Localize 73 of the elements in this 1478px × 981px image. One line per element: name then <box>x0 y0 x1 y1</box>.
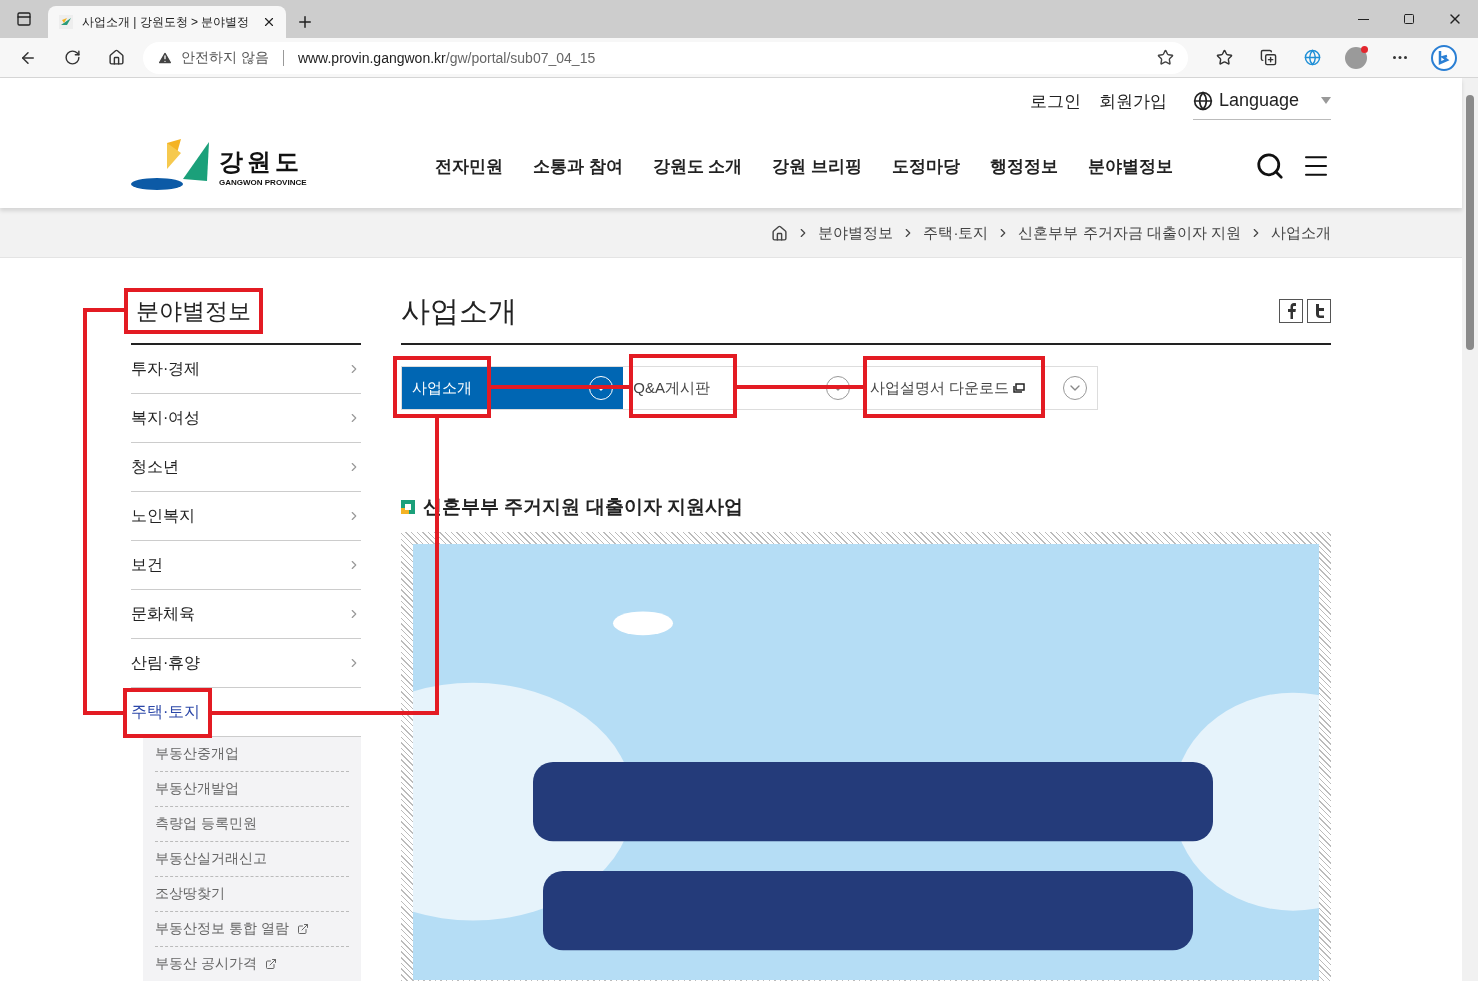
nav-link[interactable]: 소통과 참여 <box>532 154 623 178</box>
nav-link[interactable]: 전자민원 <box>434 154 503 178</box>
sidebar-item[interactable]: 문화체육 <box>131 590 361 639</box>
sidebar-item[interactable]: 보건 <box>131 541 361 590</box>
logo-mark-icon <box>131 139 211 193</box>
submenu-label: 부동산개발업 <box>155 780 239 798</box>
heading-bullet-icon <box>401 500 415 514</box>
submenu-item[interactable]: 측량업 등록민원 <box>155 807 349 842</box>
sidebar-title: 분야별정보 <box>124 288 263 334</box>
submenu-item[interactable]: 조상땅찾기 <box>155 877 349 912</box>
sidebar-item[interactable]: 노인복지 <box>131 492 361 541</box>
logo-subtitle: GANGWON PROVINCE <box>219 177 307 187</box>
site-logo[interactable]: 강원도 GANGWON PROVINCE <box>131 139 307 193</box>
globe-icon <box>1303 49 1321 66</box>
sidebar-item[interactable]: 투자·경제 <box>131 345 361 394</box>
submenu-item[interactable]: 부동산실거래신고 <box>155 842 349 877</box>
submenu-label: 부동산실거래신고 <box>155 850 267 868</box>
home-icon <box>107 49 125 66</box>
header-link[interactable]: 로그인 <box>1030 89 1081 113</box>
nav-link[interactable]: 행정정보 <box>990 154 1058 178</box>
breadcrumb-link[interactable]: 분야별정보 <box>818 223 894 243</box>
avatar-icon <box>1345 46 1367 69</box>
favicon-icon <box>58 14 74 30</box>
language-select[interactable]: Language <box>1193 82 1331 120</box>
submenu-label: 부동산정보 통합 열람 <box>155 920 289 938</box>
address-field[interactable]: 안전하지 않음 www.provin.gangwon.kr/gw/portal/sub07_04_15 <box>143 41 1188 74</box>
sidebar-item[interactable]: 산림·휴양 <box>131 639 361 688</box>
sidebar-item[interactable]: 복지·여성 <box>131 394 361 443</box>
close-icon[interactable] <box>262 15 276 29</box>
reload-icon <box>63 49 81 66</box>
twitter-icon <box>1313 303 1325 319</box>
security-label: 안전하지 않음 <box>181 48 269 67</box>
caret-icon <box>1321 97 1331 104</box>
facebook-button[interactable] <box>1279 299 1303 323</box>
nav-link[interactable]: 분야별정보 <box>1088 154 1173 178</box>
browser-tab-title: 사업소개 | 강원도청 > 분야별정 <box>82 13 251 31</box>
maximize-icon <box>1403 13 1415 25</box>
globe-icon <box>1193 90 1213 111</box>
page-title: 사업소개 <box>401 294 517 329</box>
submenu-label: 조상땅찾기 <box>155 885 225 903</box>
warning-icon <box>157 49 173 66</box>
submenu-item[interactable]: 부동산정보 통합 열람 <box>155 912 349 947</box>
logo-name: 강원도 <box>219 146 304 177</box>
sidebar-item[interactable]: 청소년 <box>131 443 361 492</box>
scrollbar[interactable] <box>1462 78 1478 981</box>
nav-link[interactable]: 도정마당 <box>892 154 960 178</box>
submenu-item[interactable]: 부동산중개업 <box>155 737 349 772</box>
chat-logo-icon <box>1430 43 1458 72</box>
tab[interactable]: 사업소개 <box>402 367 624 409</box>
home-icon[interactable] <box>771 224 789 242</box>
breadcrumb-link[interactable]: 주택·토지 <box>923 223 989 243</box>
browser-tab[interactable]: 사업소개 | 강원도청 > 분야별정 <box>48 6 286 38</box>
add-favorite-icon[interactable] <box>1157 49 1174 66</box>
nav-link[interactable]: 강원 브리핑 <box>772 154 862 178</box>
nav-link[interactable]: 강원도 소개 <box>652 154 743 178</box>
submenu-label: 부동산 공시가격 <box>155 955 257 973</box>
facebook-icon <box>1285 303 1297 319</box>
plus-icon <box>296 13 314 31</box>
star-icon <box>1215 49 1233 66</box>
twitter-button[interactable] <box>1307 299 1331 323</box>
submenu-label: 부동산중개업 <box>155 745 239 763</box>
collections-icon <box>1259 49 1277 66</box>
more-icon <box>1393 56 1407 59</box>
url-text: www.provin.gangwon.kr/gw/portal/sub07_04_15 <box>297 49 597 66</box>
breadcrumb-link[interactable]: 사업소개 <box>1271 223 1331 243</box>
submenu-item[interactable]: 부동산 공시가격 <box>155 947 349 981</box>
header-link[interactable]: 회원가입 <box>1099 89 1167 113</box>
search-icon <box>1255 151 1285 181</box>
submenu-item[interactable]: 부동산개발업 <box>155 772 349 807</box>
search-button[interactable] <box>1255 151 1285 181</box>
breadcrumb-link[interactable]: 신혼부부 주거자금 대출이자 지원 <box>1018 223 1241 243</box>
minimize-icon <box>1357 18 1369 20</box>
submenu-label: 측량업 등록민원 <box>155 815 257 833</box>
